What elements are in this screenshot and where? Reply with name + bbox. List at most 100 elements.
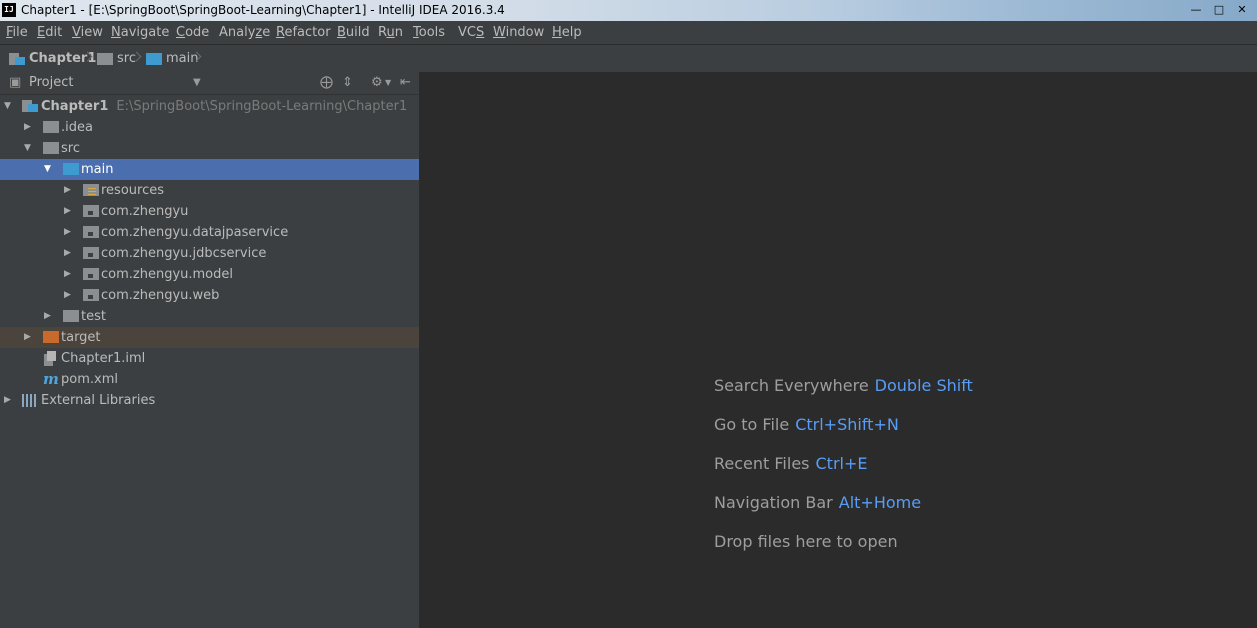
tree-item-label: pom.xml	[61, 372, 118, 387]
menu-navigate[interactable]: Navigate	[111, 21, 169, 44]
collapse-all-icon[interactable]: ⇕	[342, 72, 353, 94]
collapsed-arrow-icon[interactable]: ▶	[64, 222, 74, 243]
tree-item-label: com.zhengyu.web	[101, 288, 220, 303]
hint-text: Navigation Bar	[714, 493, 833, 512]
tree-item-label: test	[81, 309, 106, 324]
collapsed-arrow-icon[interactable]: ▶	[64, 264, 74, 285]
collapsed-arrow-icon[interactable]: ▶	[24, 117, 34, 138]
menu-analyze[interactable]: Analyze	[219, 21, 270, 44]
menu-run[interactable]: Run	[378, 21, 403, 44]
tree-item-label: com.zhengyu.datajpaservice	[101, 225, 289, 240]
tree-item-package[interactable]: ▶ com.zhengyu.datajpaservice	[0, 222, 419, 243]
tree-item-main[interactable]: ▼ main	[0, 159, 419, 180]
package-icon	[83, 205, 99, 217]
menu-tools[interactable]: Tools	[413, 21, 445, 44]
tree-item-target[interactable]: ▶ target	[0, 327, 419, 348]
tree-item-label: Chapter1.iml	[61, 351, 146, 366]
module-icon	[9, 52, 25, 65]
tree-item-chapter1[interactable]: ▼ Chapter1 E:\SpringBoot\SpringBoot-Learn…	[0, 96, 419, 117]
expanded-arrow-icon[interactable]: ▼	[44, 159, 54, 180]
module-icon	[22, 100, 38, 112]
breadcrumb-separator-icon	[193, 53, 199, 63]
folder-icon	[43, 142, 59, 154]
menu-view[interactable]: View	[72, 21, 103, 44]
hint-shortcut: Double Shift	[874, 376, 973, 395]
hint-search-everywhere: Search Everywhere Double Shift	[714, 375, 973, 397]
source-folder-icon	[63, 163, 79, 175]
gear-dropdown-icon[interactable]: ▼	[385, 72, 391, 94]
scroll-from-source-icon[interactable]: ⨁	[320, 72, 333, 94]
hint-recent-files: Recent Files Ctrl+E	[714, 453, 867, 475]
hide-panel-icon[interactable]: ⇤	[400, 72, 411, 94]
menu-edit[interactable]: Edit	[37, 21, 62, 44]
window-title-bar: IJ Chapter1 - [E:\SpringBoot\SpringBoot-…	[0, 0, 1257, 21]
menu-help[interactable]: Help	[552, 21, 582, 44]
hint-navigation-bar: Navigation Bar Alt+Home	[714, 492, 921, 514]
project-view-selector[interactable]: Project	[29, 72, 73, 94]
menu-build[interactable]: Build	[337, 21, 370, 44]
editor-area[interactable]: Search Everywhere Double Shift Go to File…	[420, 72, 1257, 628]
collapsed-arrow-icon[interactable]: ▶	[44, 306, 54, 327]
package-icon	[83, 268, 99, 280]
collapsed-arrow-icon[interactable]: ▶	[64, 201, 74, 222]
menu-refactor[interactable]: Refactor	[276, 21, 331, 44]
tree-item-label: .idea	[61, 120, 93, 135]
breadcrumb: Chapter1 src main	[0, 44, 1257, 72]
package-icon	[83, 226, 99, 238]
resources-folder-icon	[83, 184, 99, 196]
collapsed-arrow-icon[interactable]: ▶	[4, 390, 14, 411]
menu-vcs[interactable]: VCS	[458, 21, 484, 44]
window-title: Chapter1 - [E:\SpringBoot\SpringBoot-Lea…	[21, 3, 505, 17]
tree-item-package[interactable]: ▶ com.zhengyu	[0, 201, 419, 222]
tree-item-resources[interactable]: ▶ resources	[0, 180, 419, 201]
folder-icon	[43, 121, 59, 133]
maximize-icon[interactable]: □	[1208, 3, 1230, 17]
tree-item-package[interactable]: ▶ com.zhengyu.jdbcservice	[0, 243, 419, 264]
tree-item-pom-file[interactable]: m pom.xml	[0, 369, 419, 390]
package-icon	[83, 289, 99, 301]
tree-item-external-libraries[interactable]: ▶ External Libraries	[0, 390, 419, 411]
breadcrumb-item-main[interactable]: main	[146, 45, 198, 72]
tree-item-label: com.zhengyu	[101, 204, 189, 219]
tree-item-label: com.zhengyu.jdbcservice	[101, 246, 267, 261]
collapsed-arrow-icon[interactable]: ▶	[64, 180, 74, 201]
expanded-arrow-icon[interactable]: ▼	[24, 138, 34, 159]
hint-go-to-file: Go to File Ctrl+Shift+N	[714, 414, 899, 436]
tree-item-test[interactable]: ▶ test	[0, 306, 419, 327]
breadcrumb-item-src[interactable]: src	[97, 45, 136, 72]
source-folder-icon	[146, 52, 162, 65]
tree-item-src[interactable]: ▼ src	[0, 138, 419, 159]
tree-item-label: target	[61, 330, 101, 345]
hint-shortcut: Alt+Home	[838, 493, 922, 512]
tree-item-label: External Libraries	[41, 393, 156, 408]
expanded-arrow-icon[interactable]: ▼	[4, 96, 14, 117]
hint-text: Recent Files	[714, 454, 810, 473]
minimize-icon[interactable]: —	[1185, 3, 1207, 17]
project-tool-window: ▣ Project ▼ ⨁ ⇕ ⚙ ▼ ⇤ ▼ Chapter1 E:\Sprin…	[0, 72, 420, 628]
tree-item-package[interactable]: ▶ com.zhengyu.web	[0, 285, 419, 306]
tree-item-iml-file[interactable]: Chapter1.iml	[0, 348, 419, 369]
project-panel-header: ▣ Project ▼ ⨁ ⇕ ⚙ ▼ ⇤	[0, 72, 419, 95]
tree-item-label: Chapter1	[41, 99, 109, 114]
hint-text: Drop files here to open	[714, 532, 898, 551]
folder-icon	[97, 52, 113, 65]
menu-code[interactable]: Code	[176, 21, 209, 44]
collapsed-arrow-icon[interactable]: ▶	[24, 327, 34, 348]
tree-item-idea[interactable]: ▶ .idea	[0, 117, 419, 138]
maven-icon: m	[43, 370, 59, 388]
tree-item-package[interactable]: ▶ com.zhengyu.model	[0, 264, 419, 285]
hint-shortcut: Ctrl+Shift+N	[795, 415, 899, 434]
module-file-icon	[44, 351, 56, 366]
chevron-down-icon[interactable]: ▼	[193, 72, 201, 94]
menu-file[interactable]: File	[6, 21, 28, 44]
tree-item-label: resources	[101, 183, 165, 198]
breadcrumb-separator-icon	[133, 53, 139, 63]
close-icon[interactable]: ✕	[1231, 3, 1253, 17]
tree-item-label: main	[81, 162, 114, 177]
breadcrumb-separator-icon	[84, 53, 90, 63]
collapsed-arrow-icon[interactable]: ▶	[64, 285, 74, 306]
collapsed-arrow-icon[interactable]: ▶	[64, 243, 74, 264]
folder-icon	[63, 310, 79, 322]
gear-icon[interactable]: ⚙	[371, 72, 383, 94]
menu-window[interactable]: Window	[493, 21, 544, 44]
